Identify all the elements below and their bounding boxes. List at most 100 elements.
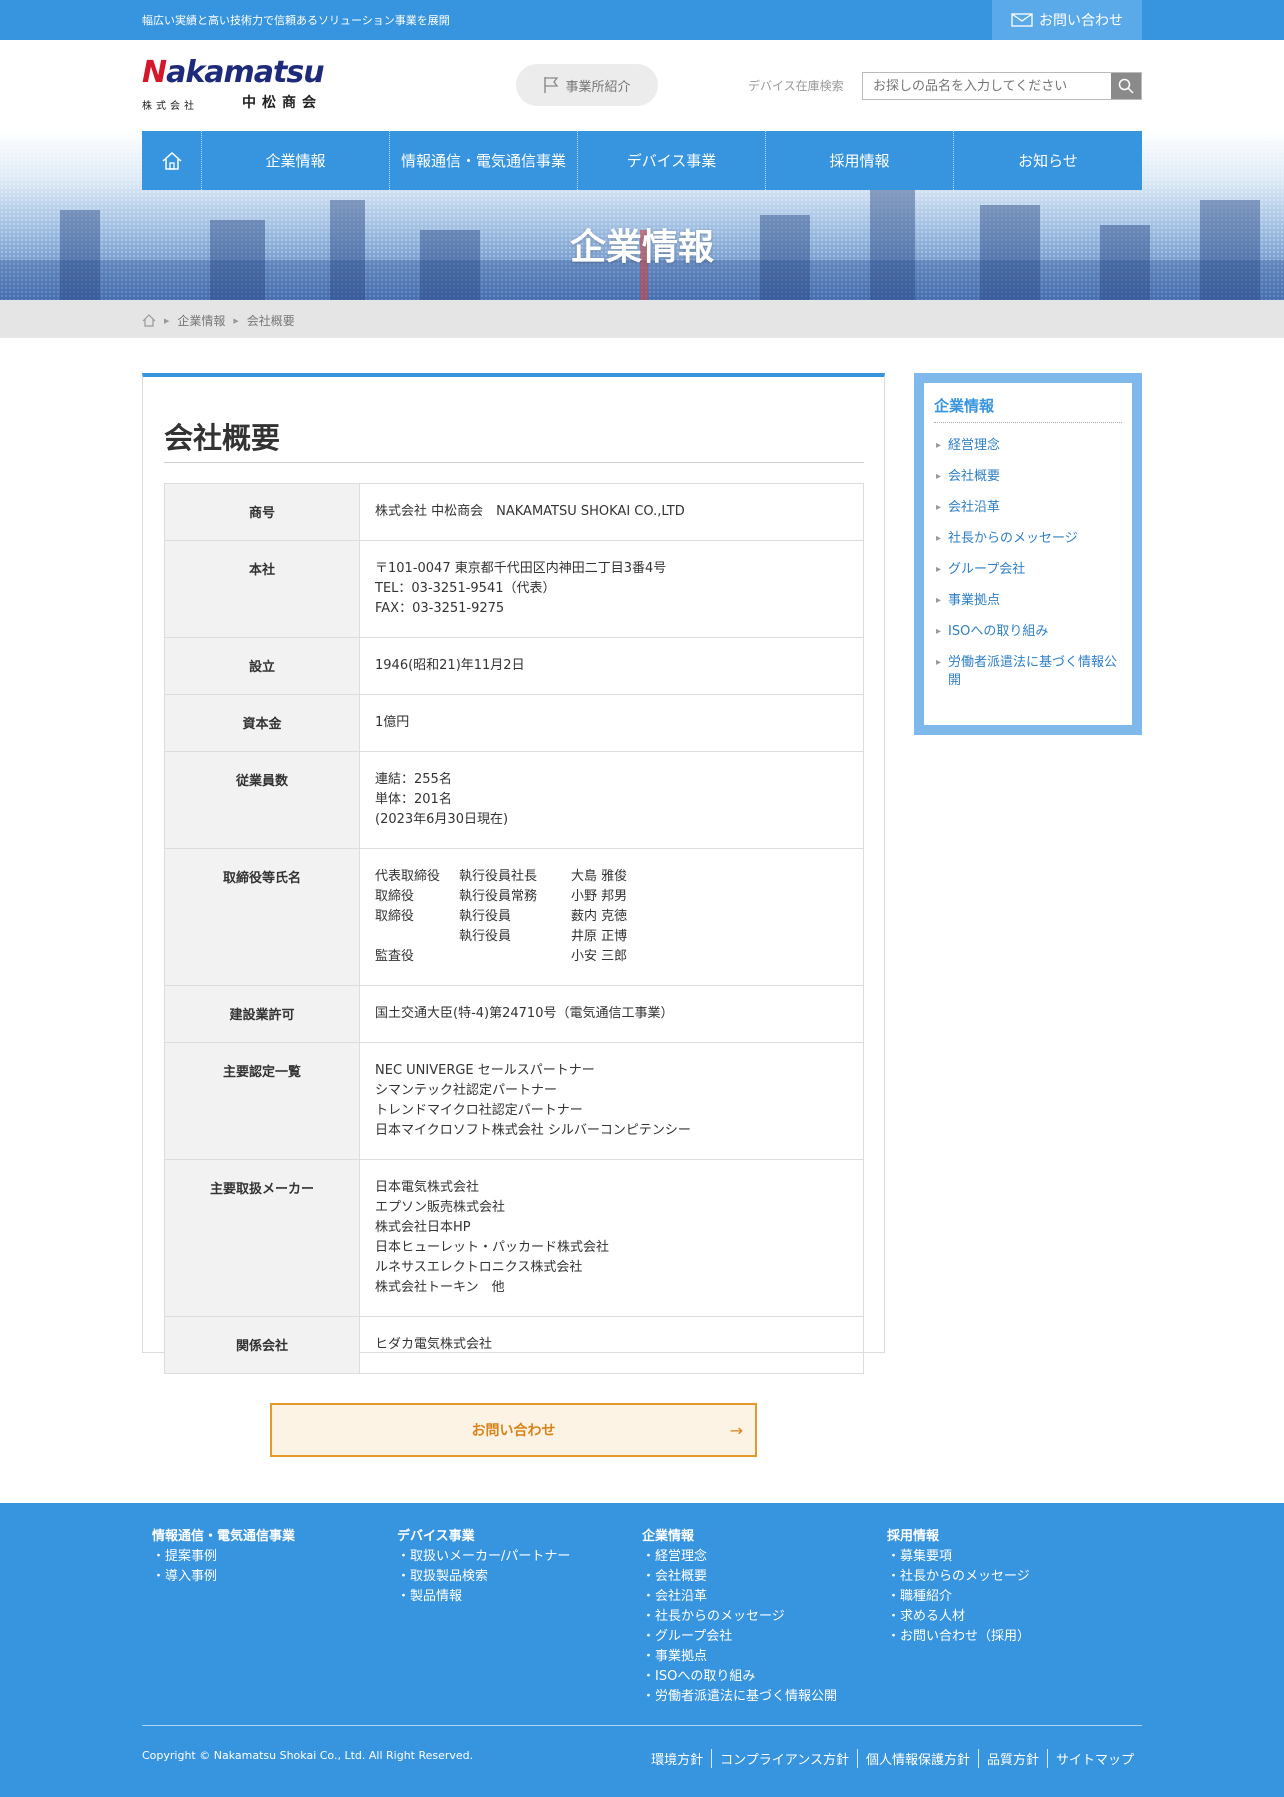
footer-link[interactable]: ・社長からのメッセージ <box>642 1607 837 1627</box>
row-value: 株式会社 中松商会 NAKAMATSU SHOKAI CO.,LTD <box>359 483 864 541</box>
footer-link[interactable]: ・社長からのメッセージ <box>887 1567 1030 1587</box>
contact-cta-button[interactable]: お問い合わせ → <box>270 1403 757 1457</box>
footer-link[interactable]: ・求める人材 <box>887 1607 1030 1627</box>
footer-link-environment[interactable]: 環境方針 <box>643 1749 711 1768</box>
search-button[interactable] <box>1111 73 1141 99</box>
logo-kabushiki: 株式会社 <box>142 101 198 112</box>
table-row: 主要取扱メーカー 日本電気株式会社 エプソン販売株式会社 株式会社日本HP 日本… <box>164 1159 864 1317</box>
table-row: 建設業許可 国土交通大臣(特-4)第24710号（電気通信工事業） <box>164 985 864 1043</box>
breadcrumb-company[interactable]: 企業情報 <box>177 312 225 329</box>
breadcrumb: ▶ 企業情報 ▶ 会社概要 <box>142 312 295 329</box>
nav-item-device[interactable]: デバイス事業 <box>578 131 766 190</box>
arrow-right-icon: → <box>729 1421 743 1440</box>
home-icon[interactable] <box>142 314 156 327</box>
footer-link-compliance[interactable]: コンプライアンス方針 <box>711 1749 857 1768</box>
top-bar: 幅広い実績と高い技術力で信頼あるソリューション事業を展開 お問い合わせ <box>0 0 1284 40</box>
search-input[interactable] <box>863 73 1111 99</box>
row-label: 取締役等氏名 <box>164 848 360 986</box>
officer-row: 取締役 執行役員常務 小野 邦男 <box>375 887 848 907</box>
nav-home[interactable] <box>142 131 202 190</box>
row-value: 日本電気株式会社 エプソン販売株式会社 株式会社日本HP 日本ヒューレット・パッ… <box>359 1159 864 1317</box>
footer-link[interactable]: ・グループ会社 <box>642 1627 837 1647</box>
footer-link[interactable]: ・取扱製品検索 <box>397 1567 570 1587</box>
mail-icon <box>1011 13 1033 27</box>
value-line: 株式会社トーキン 他 <box>375 1280 505 1295</box>
footer-link[interactable]: ・職種紹介 <box>887 1587 1030 1607</box>
contact-cta-label: お問い合わせ <box>471 1423 556 1439</box>
table-row: 商号 株式会社 中松商会 NAKAMATSU SHOKAI CO.,LTD <box>164 483 864 541</box>
footer-link[interactable]: ・提案事例 <box>152 1547 295 1567</box>
nav-item-company[interactable]: 企業情報 <box>202 131 390 190</box>
value-line: 日本ヒューレット・パッカード株式会社 <box>375 1240 610 1255</box>
officer-name: 大島 雅俊 <box>571 869 628 884</box>
sidebar-item-iso[interactable]: ISOへの取り組み <box>934 623 1122 641</box>
sidebar-title[interactable]: 企業情報 <box>934 395 1122 423</box>
footer-heading[interactable]: デバイス事業 <box>397 1527 570 1547</box>
sidebar-item-philosophy[interactable]: 経営理念 <box>934 437 1122 455</box>
value-line: 日本マイクロソフト株式会社 シルバーコンピテンシー <box>375 1123 691 1138</box>
search-icon <box>1118 78 1134 94</box>
nav-item-news[interactable]: お知らせ <box>954 131 1142 190</box>
company-info-table: 商号 株式会社 中松商会 NAKAMATSU SHOKAI CO.,LTD 本社… <box>164 483 864 1374</box>
sidebar-item-dispatch-info[interactable]: 労働者派遣法に基づく情報公開 <box>934 654 1122 690</box>
footer-link[interactable]: ・ISOへの取り組み <box>642 1667 837 1687</box>
footer-column-telecom: 情報通信・電気通信事業 ・提案事例 ・導入事例 <box>152 1527 295 1587</box>
footer-heading[interactable]: 採用情報 <box>887 1527 1030 1547</box>
footer-link[interactable]: ・お問い合わせ（採用） <box>887 1627 1030 1647</box>
office-intro-label: 事業所紹介 <box>565 79 631 95</box>
office-intro-button[interactable]: 事業所紹介 <box>516 64 658 106</box>
footer-link[interactable]: ・製品情報 <box>397 1587 570 1607</box>
nav-item-recruit[interactable]: 採用情報 <box>766 131 954 190</box>
officer-name: 小野 邦男 <box>571 889 628 904</box>
company-overview-card: 会社概要 商号 株式会社 中松商会 NAKAMATSU SHOKAI CO.,L… <box>142 373 885 1374</box>
footer-link[interactable]: ・経営理念 <box>642 1547 837 1567</box>
title-divider <box>164 462 864 463</box>
row-label: 商号 <box>164 483 360 541</box>
hero-title: 企業情報 <box>569 227 714 268</box>
header-contact-button[interactable]: お問い合わせ <box>992 0 1142 40</box>
page-title: 会社概要 <box>164 421 281 455</box>
value-line: 日本電気株式会社 <box>375 1180 480 1195</box>
value-line: FAX：03-3251-9275 <box>375 601 505 616</box>
footer-link[interactable]: ・会社沿革 <box>642 1587 837 1607</box>
footer-heading[interactable]: 企業情報 <box>642 1527 837 1547</box>
table-row: 本社 〒101-0047 東京都千代田区内神田二丁目3番4号 TEL：03-32… <box>164 540 864 638</box>
sidebar-item-history[interactable]: 会社沿革 <box>934 499 1122 517</box>
officer-row: 監査役 小安 三郎 <box>375 947 848 967</box>
footer-link[interactable]: ・労働者派遣法に基づく情報公開 <box>642 1687 837 1707</box>
row-value: NEC UNIVERGE セールスパートナー シマンテック社認定パートナー トレ… <box>359 1042 864 1160</box>
footer-link-quality[interactable]: 品質方針 <box>977 1749 1047 1768</box>
footer-link[interactable]: ・導入事例 <box>152 1567 295 1587</box>
footer-link-sitemap[interactable]: サイトマップ <box>1046 1749 1142 1768</box>
row-value: 国土交通大臣(特-4)第24710号（電気通信工事業） <box>359 985 864 1043</box>
officer-row: 取締役 執行役員 薮内 克徳 <box>375 907 848 927</box>
logo-company-name: 中松商会 <box>242 95 322 111</box>
sidebar-item-president-message[interactable]: 社長からのメッセージ <box>934 530 1122 548</box>
nav-item-telecom[interactable]: 情報通信・電気通信事業 <box>390 131 578 190</box>
footer-link[interactable]: ・取扱いメーカー/パートナー <box>397 1547 570 1567</box>
table-row: 資本金 1億円 <box>164 694 864 752</box>
footer-link[interactable]: ・会社概要 <box>642 1567 837 1587</box>
footer-link[interactable]: ・事業拠点 <box>642 1647 837 1667</box>
footer-link-privacy[interactable]: 個人情報保護方針 <box>856 1749 978 1768</box>
footer-heading[interactable]: 情報通信・電気通信事業 <box>152 1527 295 1547</box>
row-label: 本社 <box>164 540 360 638</box>
footer-link[interactable]: ・募集要項 <box>887 1547 1030 1567</box>
table-row: 主要認定一覧 NEC UNIVERGE セールスパートナー シマンテック社認定パ… <box>164 1042 864 1160</box>
row-value: 〒101-0047 東京都千代田区内神田二丁目3番4号 TEL：03-3251-… <box>359 540 864 638</box>
sidebar-item-group[interactable]: グループ会社 <box>934 561 1122 579</box>
value-line: エプソン販売株式会社 <box>375 1200 506 1215</box>
officer-role: 執行役員常務 <box>459 889 538 904</box>
sidebar-panel: 企業情報 経営理念 会社概要 会社沿革 社長からのメッセージ グループ会社 事業… <box>924 383 1132 725</box>
sidebar-item-overview[interactable]: 会社概要 <box>934 468 1122 486</box>
value-line: 株式会社 中松商会 NAKAMATSU SHOKAI CO.,LTD <box>375 504 685 519</box>
value-line: ルネサスエレクトロニクス株式会社 <box>375 1260 583 1275</box>
value-line: NEC UNIVERGE セールスパートナー <box>375 1063 595 1078</box>
table-row: 設立 1946(昭和21)年11月2日 <box>164 637 864 695</box>
officer-role <box>459 947 571 967</box>
breadcrumb-current: 会社概要 <box>246 314 295 328</box>
row-label: 従業員数 <box>164 751 360 849</box>
sidebar-item-locations[interactable]: 事業拠点 <box>934 592 1122 610</box>
officer-title <box>375 927 459 947</box>
company-logo[interactable]: Nakamatsu 株式会社 中松商会 <box>142 58 325 114</box>
